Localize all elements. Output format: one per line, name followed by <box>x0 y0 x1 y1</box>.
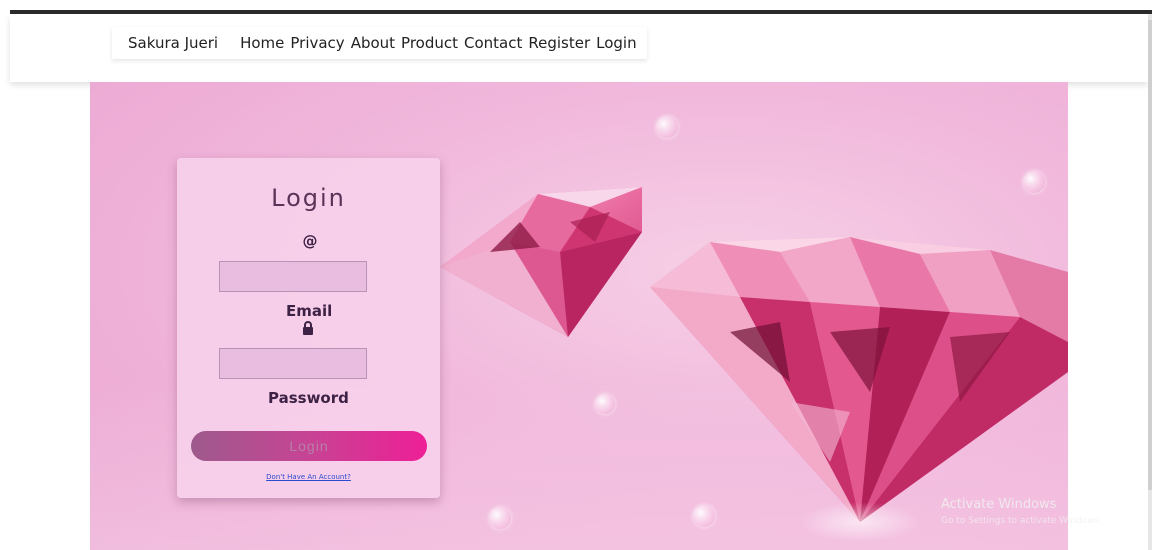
bubble-3 <box>595 394 615 414</box>
nav-link-register[interactable]: Register <box>528 34 590 52</box>
at-sign-icon: @ <box>302 232 318 250</box>
bubble-5 <box>693 505 715 527</box>
password-input[interactable] <box>219 348 367 379</box>
email-input[interactable] <box>219 261 367 292</box>
login-submit-button[interactable]: Login <box>191 431 427 461</box>
nav-link-product[interactable]: Product <box>401 34 458 52</box>
bubble-4 <box>489 507 511 529</box>
lock-icon <box>303 321 313 335</box>
email-label: Email <box>286 302 333 320</box>
nav-link-login[interactable]: Login <box>596 34 636 52</box>
bubble-1 <box>656 116 678 138</box>
navbar: Sakura Jueri Home Privacy About Product … <box>112 27 647 59</box>
nav-link-privacy[interactable]: Privacy <box>290 34 344 52</box>
password-label: Password <box>268 389 349 407</box>
brand-name[interactable]: Sakura Jueri <box>128 34 218 52</box>
nav-link-home[interactable]: Home <box>240 34 284 52</box>
login-title: Login <box>271 184 346 212</box>
activate-windows-title: Activate Windows <box>941 497 1057 512</box>
nav-link-contact[interactable]: Contact <box>464 34 522 52</box>
bubble-2 <box>1023 171 1045 193</box>
nav-link-about[interactable]: About <box>351 34 395 52</box>
small-diamond <box>440 187 642 337</box>
activate-windows-subtitle: Go to Settings to activate Windows. <box>941 516 1103 526</box>
page-scrollbar-thumb[interactable] <box>1148 20 1152 490</box>
signup-link[interactable]: Don't Have An Account? <box>177 473 440 481</box>
